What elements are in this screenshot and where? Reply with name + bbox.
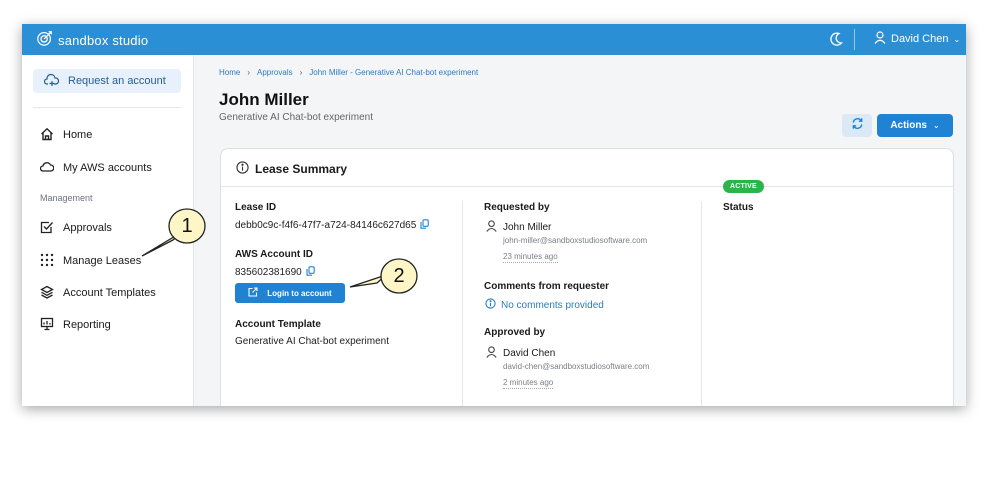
requester-email: john-miller@sandboxstudiosoftware.com xyxy=(503,236,648,245)
breadcrumb: Home › Approvals › John Miller - Generat… xyxy=(219,68,478,77)
sidebar-item-label: Home xyxy=(63,129,93,141)
approver-email: david-chen@sandboxstudiosoftware.com xyxy=(503,362,650,371)
sidebar-item-approvals[interactable]: Approvals xyxy=(40,219,112,237)
requester: John Miller xyxy=(486,220,551,235)
sidebar-item-label: Reporting xyxy=(63,319,111,331)
approver-name: David Chen xyxy=(503,348,556,359)
actions-button[interactable]: Actions ⌄ xyxy=(877,114,953,137)
main-content: Home › Approvals › John Miller - Generat… xyxy=(195,55,966,406)
logo-text: sandbox studio xyxy=(58,32,149,48)
app-window: sandbox studio David Chen ⌄ Request an a… xyxy=(22,24,966,406)
topbar-divider xyxy=(854,29,855,50)
home-icon xyxy=(40,127,63,144)
copy-icon[interactable] xyxy=(302,266,315,279)
actions-label: Actions xyxy=(890,120,927,131)
lease-summary-title: Lease Summary xyxy=(255,162,348,176)
info-icon xyxy=(236,161,255,177)
logo[interactable]: sandbox studio xyxy=(36,30,148,50)
chevron-down-icon: ⌄ xyxy=(932,121,940,130)
breadcrumb-current[interactable]: John Miller - Generative AI Chat-bot exp… xyxy=(309,68,478,77)
lease-id-text: debb0c9c-f4f6-47f7-a724-84146c627d65 xyxy=(235,220,417,231)
info-icon xyxy=(485,298,501,312)
request-account-label: Request an account xyxy=(68,75,166,87)
request-account-button[interactable]: Request an account xyxy=(33,69,181,93)
comments-value: No comments provided xyxy=(485,298,604,312)
callout-2-number: 2 xyxy=(393,264,405,287)
status-badge: ACTIVE xyxy=(723,180,764,193)
page-title: John Miller xyxy=(219,90,309,109)
cloud-icon xyxy=(39,160,63,177)
lease-summary-card: Lease Summary Lease ID debb0c9c-f4f6-47f… xyxy=(220,148,954,406)
requester-name: John Miller xyxy=(503,222,552,233)
checkbox-icon xyxy=(40,220,63,237)
card-header: Lease Summary xyxy=(221,149,953,187)
approved-time: 2 minutes ago xyxy=(503,378,554,389)
chevron-down-icon: ⌄ xyxy=(953,34,961,44)
sidebar-divider xyxy=(33,107,181,108)
sidebar-item-label: Account Templates xyxy=(63,287,156,299)
sidebar-item-label: My AWS accounts xyxy=(63,162,152,174)
comments-text: No comments provided xyxy=(501,299,604,311)
sidebar-item-my-aws-accounts[interactable]: My AWS accounts xyxy=(39,159,152,177)
account-template-label: Account Template xyxy=(235,319,321,330)
login-to-account-button[interactable]: Login to account xyxy=(235,283,345,303)
user-icon xyxy=(486,346,503,361)
account-template-value: Generative AI Chat-bot experiment xyxy=(235,336,389,347)
sidebar-item-label: Approvals xyxy=(63,222,112,234)
login-button-label: Login to account xyxy=(267,288,332,298)
layers-icon xyxy=(40,285,63,302)
comments-label: Comments from requester xyxy=(484,281,610,292)
card-title: Lease Summary xyxy=(236,161,347,177)
copy-icon[interactable] xyxy=(416,219,430,232)
approver: David Chen xyxy=(486,346,555,361)
breadcrumb-separator-icon: › xyxy=(247,68,251,77)
sidebar-section-management: Management xyxy=(40,193,93,203)
refresh-icon xyxy=(851,117,864,135)
user-icon xyxy=(486,220,503,235)
breadcrumb-home[interactable]: Home xyxy=(219,68,240,77)
top-bar: sandbox studio David Chen ⌄ xyxy=(22,24,966,55)
sidebar-item-manage-leases[interactable]: Manage Leases xyxy=(40,252,141,270)
status-label: Status xyxy=(723,202,754,213)
breadcrumb-approvals[interactable]: Approvals xyxy=(257,68,293,77)
column-divider xyxy=(701,201,702,406)
user-name: David Chen xyxy=(891,33,949,45)
requested-by-label: Requested by xyxy=(484,202,550,213)
approved-by-label: Approved by xyxy=(484,327,546,338)
sidebar-item-reporting[interactable]: Reporting xyxy=(40,316,111,334)
breadcrumb-separator-icon: › xyxy=(299,68,303,77)
aws-account-id-value: 835602381690 xyxy=(235,266,315,279)
external-link-icon xyxy=(248,287,267,299)
lease-id-value: debb0c9c-f4f6-47f7-a724-84146c627d65 xyxy=(235,219,430,232)
aws-account-id-text: 835602381690 xyxy=(235,267,302,278)
column-divider xyxy=(462,201,463,406)
user-menu[interactable]: David Chen ⌄ xyxy=(874,31,960,47)
user-icon xyxy=(874,31,891,47)
dark-mode-toggle-icon[interactable] xyxy=(828,31,844,47)
page-subtitle: Generative AI Chat-bot experiment xyxy=(219,112,373,123)
cloud-plus-icon xyxy=(33,73,68,90)
lease-id-label: Lease ID xyxy=(235,202,277,213)
grid-dots-icon xyxy=(40,253,63,270)
callout-1-number: 1 xyxy=(181,214,193,237)
sidebar-item-label: Manage Leases xyxy=(63,255,142,267)
sidebar-item-home[interactable]: Home xyxy=(40,126,92,144)
presentation-chart-icon xyxy=(40,317,63,334)
sandbox-logo-icon xyxy=(36,29,54,52)
aws-account-id-label: AWS Account ID xyxy=(235,249,313,260)
refresh-button[interactable] xyxy=(842,114,872,137)
requested-time: 23 minutes ago xyxy=(503,252,558,263)
sidebar-item-account-templates[interactable]: Account Templates xyxy=(40,284,156,302)
